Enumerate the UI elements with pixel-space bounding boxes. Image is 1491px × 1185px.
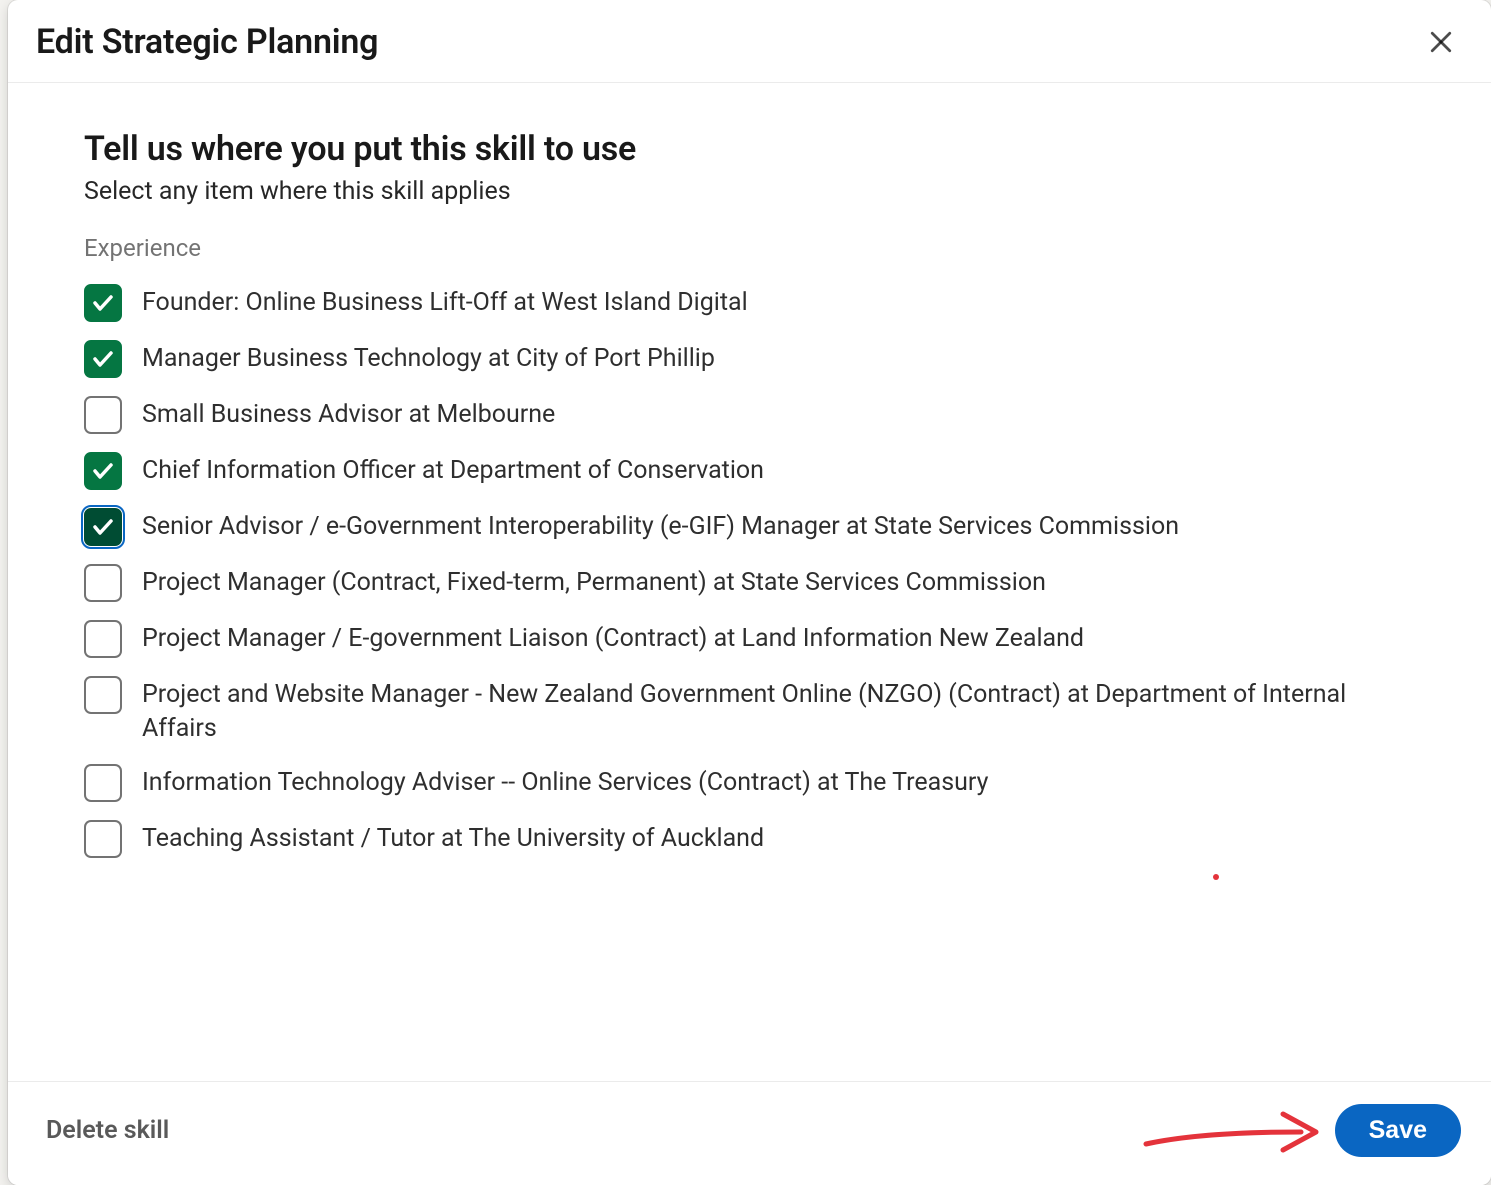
modal-title: Edit Strategic Planning: [36, 22, 378, 62]
checkbox-label: Teaching Assistant / Tutor at The Univer…: [142, 820, 764, 856]
modal-header: Edit Strategic Planning: [8, 0, 1491, 83]
experience-checkbox-row[interactable]: Chief Information Officer at Department …: [84, 452, 1415, 490]
experience-checkbox-row[interactable]: Senior Advisor / e-Government Interopera…: [84, 508, 1415, 546]
modal-footer: Delete skill Save: [8, 1081, 1491, 1185]
checkbox-label: Information Technology Adviser -- Online…: [142, 764, 988, 800]
checkbox-label: Small Business Advisor at Melbourne: [142, 396, 555, 432]
check-icon: [91, 347, 115, 371]
checkbox-label: Project Manager (Contract, Fixed-term, P…: [142, 564, 1046, 600]
checkbox[interactable]: [84, 764, 122, 802]
experience-checkbox-row[interactable]: Project and Website Manager - New Zealan…: [84, 676, 1415, 746]
checkbox[interactable]: [84, 620, 122, 658]
checkbox-label: Founder: Online Business Lift-Off at Wes…: [142, 284, 748, 320]
experience-checkbox-row[interactable]: Small Business Advisor at Melbourne: [84, 396, 1415, 434]
experience-checkbox-row[interactable]: Manager Business Technology at City of P…: [84, 340, 1415, 378]
section-subheading: Select any item where this skill applies: [84, 177, 1415, 206]
experience-checkbox-row[interactable]: Project Manager / E-government Liaison (…: [84, 620, 1415, 658]
check-icon: [91, 515, 115, 539]
checkbox-label: Manager Business Technology at City of P…: [142, 340, 715, 376]
close-button[interactable]: [1419, 20, 1463, 64]
save-button[interactable]: Save: [1335, 1104, 1461, 1157]
check-icon: [91, 459, 115, 483]
checkbox[interactable]: [84, 820, 122, 858]
checkbox-label: Project Manager / E-government Liaison (…: [142, 620, 1084, 656]
checkbox-label: Chief Information Officer at Department …: [142, 452, 764, 488]
checkbox[interactable]: [84, 284, 122, 322]
experience-checkbox-row[interactable]: Teaching Assistant / Tutor at The Univer…: [84, 820, 1415, 858]
checkbox[interactable]: [84, 676, 122, 714]
arrow-annotation-icon: [1141, 1104, 1331, 1164]
checkbox[interactable]: [84, 564, 122, 602]
checkbox[interactable]: [84, 340, 122, 378]
edit-skill-modal: Edit Strategic Planning Tell us where yo…: [8, 0, 1491, 1185]
category-label: Experience: [84, 234, 1415, 262]
experience-checkbox-row[interactable]: Information Technology Adviser -- Online…: [84, 764, 1415, 802]
checkbox[interactable]: [84, 452, 122, 490]
experience-checkbox-row[interactable]: Project Manager (Contract, Fixed-term, P…: [84, 564, 1415, 602]
section-heading: Tell us where you put this skill to use: [84, 129, 1415, 169]
close-icon: [1426, 27, 1456, 57]
experience-list: Founder: Online Business Lift-Off at Wes…: [84, 284, 1415, 858]
checkbox[interactable]: [84, 396, 122, 434]
delete-skill-link[interactable]: Delete skill: [46, 1116, 169, 1145]
experience-checkbox-row[interactable]: Founder: Online Business Lift-Off at Wes…: [84, 284, 1415, 322]
checkbox-label: Senior Advisor / e-Government Interopera…: [142, 508, 1179, 544]
checkbox[interactable]: [84, 508, 122, 546]
checkbox-label: Project and Website Manager - New Zealan…: [142, 676, 1415, 746]
check-icon: [91, 291, 115, 315]
modal-body: Tell us where you put this skill to use …: [8, 83, 1491, 1081]
